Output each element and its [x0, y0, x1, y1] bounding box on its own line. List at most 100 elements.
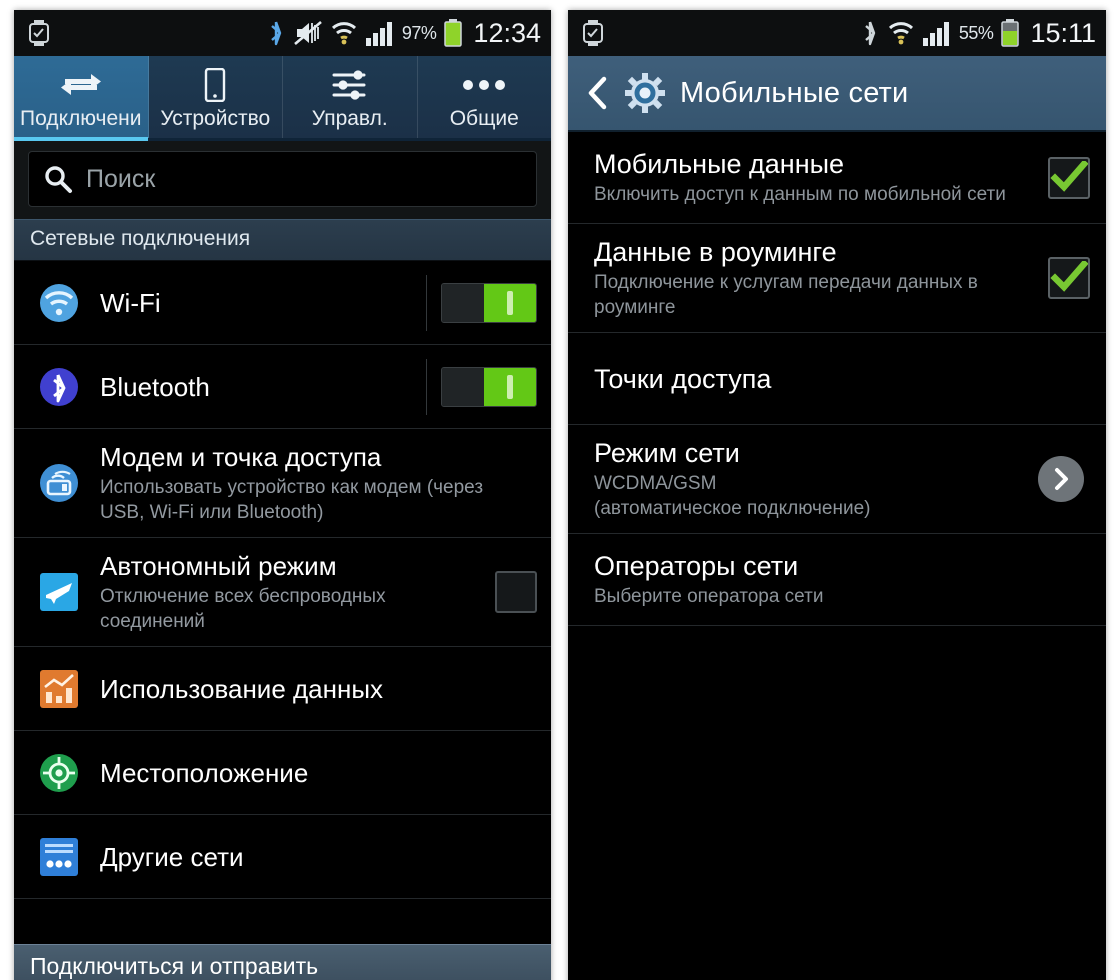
bluetooth-toggle[interactable] — [441, 366, 537, 407]
list-item-tethering[interactable]: Модем и точка доступа Использовать устро… — [14, 429, 551, 538]
watch-icon — [28, 20, 50, 46]
airplane-text: Автономный режим Отключение всех беспров… — [86, 538, 495, 646]
right-list-filler — [568, 626, 1106, 980]
data-roaming-control — [1048, 257, 1090, 299]
toggle-off-side — [442, 283, 485, 322]
network-operators-text: Операторы сети Выберите оператора сети — [594, 538, 1090, 621]
left-phone-screen: 97% 12:34 Подключени Устройство Управл. … — [14, 10, 551, 980]
right-phone-screen: 55% 15:11 Мобильные сети Мобильные данны… — [568, 10, 1106, 980]
network-mode-title: Режим сети — [594, 438, 740, 468]
data-roaming-checkbox[interactable] — [1048, 257, 1090, 299]
data-roaming-text: Данные в роуминге Подключение к услугам … — [594, 224, 1048, 332]
back-chevron-icon[interactable] — [584, 75, 610, 111]
other-networks-text: Другие сети — [86, 829, 537, 885]
network-mode-text: Режим сети WCDMA/GSM (автоматическое под… — [594, 425, 1038, 533]
signal-icon — [922, 20, 952, 46]
mobile-data-control — [1048, 156, 1090, 199]
tethering-title: Модем и точка доступа — [100, 442, 382, 472]
watch-icon — [582, 20, 604, 46]
battery-icon — [443, 19, 463, 47]
other-networks-icon — [32, 836, 86, 878]
list-item-bluetooth[interactable]: Bluetooth — [14, 345, 551, 429]
mobile-data-checkbox[interactable] — [1048, 156, 1090, 199]
tethering-subtitle: Использовать устройство как модем (через… — [100, 477, 484, 523]
search-icon — [43, 164, 73, 194]
tab-general[interactable]: Общие — [418, 56, 552, 138]
wifi-control — [426, 274, 537, 331]
section-header-network-connections: Сетевые подключения — [14, 219, 551, 261]
more-dots-icon — [460, 66, 508, 104]
page-title: Мобильные сети — [680, 76, 909, 109]
chevron-right-icon[interactable] — [1038, 456, 1084, 502]
data-roaming-title: Данные в роуминге — [594, 237, 837, 267]
search-bar-container: Поиск — [14, 141, 551, 219]
list-item-location[interactable]: Местоположение — [14, 731, 551, 815]
mobile-networks-list: Мобильные данные Включить доступ к данны… — [568, 132, 1106, 626]
list-item-airplane-mode[interactable]: Автономный режим Отключение всех беспров… — [14, 538, 551, 647]
toggle-knob — [507, 374, 514, 399]
network-mode-subtitle: WCDMA/GSM (автоматическое подключение) — [594, 473, 871, 519]
bluetooth-icon — [266, 19, 286, 47]
mute-icon — [293, 19, 323, 47]
screenshot-root: 97% 12:34 Подключени Устройство Управл. … — [0, 0, 1120, 980]
wifi-icon — [887, 19, 915, 47]
left-list-filler — [14, 899, 551, 944]
list-item-access-points[interactable]: Точки доступа — [568, 333, 1106, 425]
wifi-icon — [330, 19, 358, 47]
tab-connections-label: Подключени — [20, 107, 142, 130]
mobile-data-title: Мобильные данные — [594, 149, 845, 179]
location-target-icon — [32, 751, 86, 795]
search-input[interactable]: Поиск — [28, 151, 537, 207]
airplane-icon — [32, 571, 86, 613]
list-item-mobile-data[interactable]: Мобильные данные Включить доступ к данны… — [568, 132, 1106, 224]
network-operators-subtitle: Выберите оператора сети — [594, 586, 824, 607]
wifi-toggle[interactable] — [441, 282, 537, 323]
other-networks-title: Другие сети — [100, 841, 244, 872]
tab-device[interactable]: Устройство — [149, 56, 283, 138]
network-operators-title: Операторы сети — [594, 551, 799, 581]
mobile-data-subtitle: Включить доступ к данным по мобильной се… — [594, 184, 1006, 205]
location-title: Местоположение — [100, 757, 309, 788]
clock-label: 12:34 — [473, 17, 541, 48]
tab-general-label: Общие — [449, 107, 519, 130]
tethering-hotspot-icon — [32, 461, 86, 505]
battery-icon — [1000, 19, 1020, 47]
mobile-networks-header: Мобильные сети — [568, 56, 1106, 132]
search-placeholder: Поиск — [86, 164, 156, 193]
wifi-item-icon — [32, 281, 86, 325]
tethering-text: Модем и точка доступа Использовать устро… — [86, 429, 537, 537]
divider — [426, 358, 427, 415]
bluetooth-item-icon — [32, 365, 86, 409]
connections-list: Wi-Fi Bluetooth Модем и точка доступа Ис… — [14, 261, 551, 899]
bluetooth-control — [426, 358, 537, 415]
toggle-knob — [507, 290, 514, 315]
list-item-data-usage[interactable]: Использование данных — [14, 647, 551, 731]
location-text: Местоположение — [86, 745, 537, 801]
data-usage-title: Использование данных — [100, 673, 384, 704]
gear-icon — [624, 72, 666, 114]
access-points-text: Точки доступа — [594, 351, 1090, 407]
battery-percent-label: 97% — [401, 22, 437, 43]
airplane-subtitle: Отключение всех беспроводных соединений — [100, 586, 386, 632]
access-points-title: Точки доступа — [594, 363, 772, 394]
footer-connect-and-share[interactable]: Подключиться и отправить — [14, 944, 551, 980]
list-item-other-networks[interactable]: Другие сети — [14, 815, 551, 899]
list-item-network-operators[interactable]: Операторы сети Выберите оператора сети — [568, 534, 1106, 626]
clock-label: 15:11 — [1030, 17, 1096, 48]
data-roaming-subtitle: Подключение к услугам передачи данных в … — [594, 272, 978, 318]
mobile-data-text: Мобильные данные Включить доступ к данны… — [594, 136, 1048, 219]
list-item-data-roaming[interactable]: Данные в роуминге Подключение к услугам … — [568, 224, 1106, 333]
tab-controls[interactable]: Управл. — [283, 56, 418, 138]
battery-percent-label: 55% — [958, 22, 994, 43]
airplane-title: Автономный режим — [100, 551, 337, 581]
tab-connections[interactable]: Подключени — [14, 56, 149, 141]
phone-icon — [203, 66, 227, 104]
list-item-network-mode[interactable]: Режим сети WCDMA/GSM (автоматическое под… — [568, 425, 1106, 534]
settings-tab-bar: Подключени Устройство Управл. Общие — [14, 56, 551, 141]
toggle-on-side — [484, 367, 536, 406]
right-status-bar: 55% 15:11 — [568, 10, 1106, 56]
airplane-checkbox[interactable] — [495, 571, 537, 613]
toggle-off-side — [442, 367, 485, 406]
toggle-on-side — [484, 283, 536, 322]
list-item-wifi[interactable]: Wi-Fi — [14, 261, 551, 345]
